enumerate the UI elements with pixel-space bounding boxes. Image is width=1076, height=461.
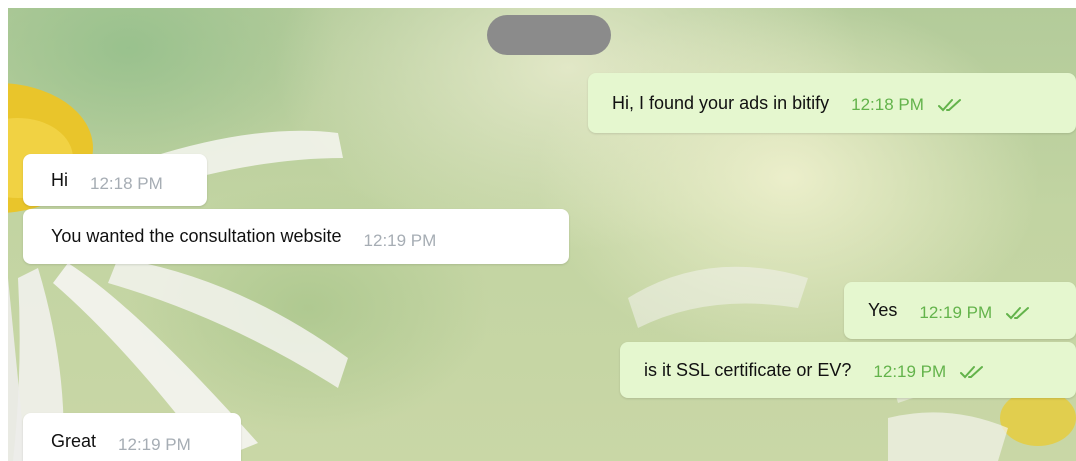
outgoing-message[interactable]: is it SSL certificate or EV? 12:19 PM: [620, 342, 1076, 398]
message-text: is it SSL certificate or EV?: [644, 359, 852, 380]
double-check-icon: [937, 98, 964, 112]
double-check-icon: [1006, 306, 1032, 320]
chat-window: Hi, I found your ads in bitify 12:18 PM …: [8, 8, 1076, 461]
message-time: 12:19 PM: [363, 230, 437, 250]
incoming-message[interactable]: Hi 12:18 PM: [23, 154, 207, 206]
message-text: You wanted the consultation website: [51, 226, 342, 246]
incoming-message[interactable]: Great 12:19 PM: [23, 413, 241, 461]
double-check-icon: [960, 365, 986, 379]
outgoing-message[interactable]: Yes 12:19 PM: [844, 282, 1076, 339]
message-time: 12:18 PM: [90, 174, 163, 193]
incoming-message[interactable]: You wanted the consultation website 12:1…: [23, 209, 569, 264]
message-time: 12:18 PM: [851, 95, 924, 114]
date-pill: [487, 15, 611, 55]
message-text: Yes: [868, 300, 898, 320]
message-text: Hi: [51, 169, 68, 190]
message-text: Hi, I found your ads in bitify: [612, 92, 830, 113]
message-time: 12:19 PM: [919, 302, 993, 322]
message-time: 12:19 PM: [118, 435, 191, 454]
outgoing-message[interactable]: Hi, I found your ads in bitify 12:18 PM: [588, 73, 1076, 133]
message-time: 12:19 PM: [873, 362, 947, 381]
message-text: Great: [51, 430, 97, 451]
